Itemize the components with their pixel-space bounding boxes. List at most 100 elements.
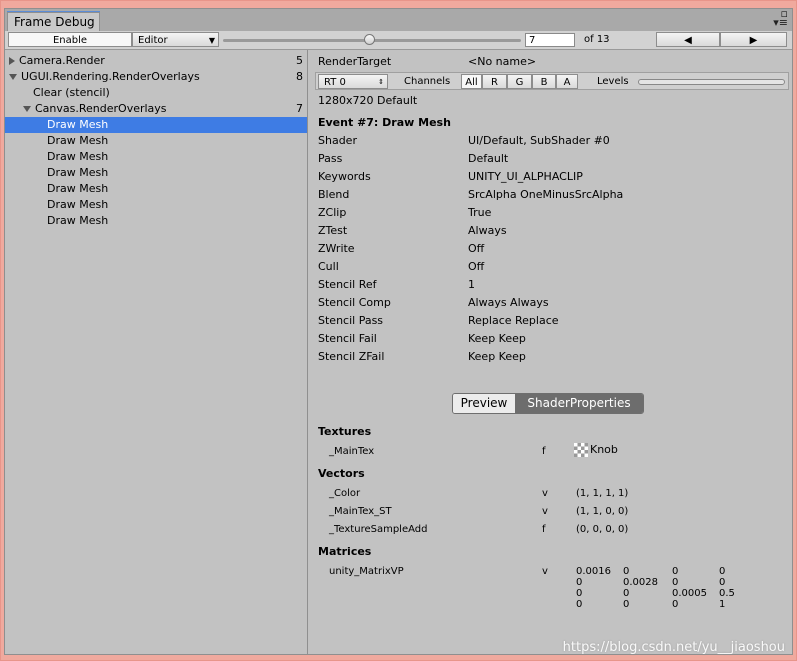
expand-arrow-down-icon[interactable] (23, 106, 31, 112)
property-value: UNITY_UI_ALPHACLIP (468, 170, 583, 183)
tree-item-count: 5 (296, 54, 303, 67)
tree-item-count: 8 (296, 70, 303, 83)
toolbar: Enable Editor ▼ 7 of 13 ◀ ▶ (5, 31, 792, 50)
matrix-name: unity_MatrixVP (329, 566, 404, 577)
editor-dropdown[interactable]: Editor ▼ (132, 32, 219, 47)
property-key: ZClip (318, 206, 347, 219)
texture-name: _MainTex (329, 446, 375, 457)
property-key: Blend (318, 188, 350, 201)
property-value: Off (468, 260, 485, 273)
tree-item[interactable]: Clear (stencil) (5, 85, 307, 101)
property-key: Pass (318, 152, 343, 165)
tree-item[interactable]: Draw Mesh (5, 197, 307, 213)
tree-item-label: Draw Mesh (47, 214, 109, 227)
vector-value: (1, 1, 1, 1) (576, 488, 629, 499)
property-key: Keywords (318, 170, 371, 183)
property-key: Stencil ZFail (318, 350, 385, 363)
tree-item-content: Draw Mesh (47, 197, 108, 213)
tree-item-label: UGUI.Rendering.RenderOverlays (21, 70, 200, 83)
channel-all-toggle[interactable]: All (461, 74, 482, 89)
tree-item-count: 7 (296, 102, 303, 115)
channels-label: Channels (404, 76, 451, 87)
tab-frame-debug[interactable]: Frame Debug (7, 12, 100, 31)
property-key: ZWrite (318, 242, 355, 255)
matrix-cell: 0.5 (719, 588, 735, 599)
matrix-cell: 0.0005 (672, 588, 707, 599)
detail-view-toggle: Preview ShaderProperties (452, 393, 644, 414)
vector-name: _MainTex_ST (329, 506, 392, 517)
frame-number-input[interactable]: 7 (525, 33, 575, 47)
tree-item-label: Draw Mesh (47, 166, 109, 179)
enable-button[interactable]: Enable (8, 32, 132, 47)
tree-item[interactable]: Draw Mesh (5, 117, 307, 133)
channel-r-toggle[interactable]: R (482, 74, 507, 89)
event-title: Event #7: Draw Mesh (318, 116, 451, 129)
tree-item-content: UGUI.Rendering.RenderOverlays (9, 69, 200, 85)
textures-heading: Textures (318, 425, 372, 438)
property-key: Stencil Pass (318, 314, 384, 327)
matrix-cell: 1 (719, 599, 726, 610)
tree-item-content: Draw Mesh (47, 133, 108, 149)
tree-item[interactable]: Camera.Render 5 (5, 53, 307, 69)
dropdown-arrow-icon: ▼ (208, 36, 215, 45)
tree-item-content: Draw Mesh (47, 165, 108, 181)
event-tree-panel: Camera.Render 5 UGUI.Rendering.RenderOverl… (5, 50, 308, 654)
matrix-stage: v (542, 566, 548, 577)
matrix-cell: 0 (623, 566, 630, 577)
vector-stage: v (542, 488, 548, 499)
tab-preview[interactable]: Preview (453, 394, 515, 413)
tree-item-content: Draw Mesh (47, 117, 108, 133)
rt-select-dropdown[interactable]: RT 0 ⇕ (318, 74, 388, 89)
tree-item[interactable]: UGUI.Rendering.RenderOverlays 8 (5, 69, 307, 85)
matrix-cell: 0 (672, 566, 679, 577)
property-value: SrcAlpha OneMinusSrcAlpha (468, 188, 624, 201)
vector-name: _TextureSampleAdd (329, 524, 428, 535)
frame-slider-thumb[interactable] (364, 34, 376, 45)
property-value: Keep Keep (468, 332, 526, 345)
tab-strip: Frame Debug ▫ ▾≡ (5, 8, 792, 32)
property-key: Stencil Comp (318, 296, 391, 309)
tree-item-content: Draw Mesh (47, 213, 108, 229)
property-key: Stencil Ref (318, 278, 377, 291)
tree-item[interactable]: Draw Mesh (5, 181, 307, 197)
matrix-cell: 0 (672, 577, 679, 588)
frame-debugger-window: Frame Debug ▫ ▾≡ Enable Editor ▼ 7 of 13 … (4, 8, 793, 655)
vector-stage: f (542, 524, 546, 535)
texture-value-label: Knob (590, 443, 618, 456)
channel-b-toggle[interactable]: B (532, 74, 556, 89)
next-arrow-icon: ▶ (749, 35, 758, 46)
next-frame-button[interactable]: ▶ (720, 32, 787, 47)
tree-item-content: Camera.Render (9, 53, 105, 69)
expand-arrow-down-icon[interactable] (9, 74, 17, 80)
window-menu-icon[interactable]: ▫ ▾≡ (773, 8, 788, 28)
texture-value[interactable]: Knob (574, 443, 618, 457)
tree-item-label: Draw Mesh (47, 198, 109, 211)
matrix-cell: 0 (576, 599, 583, 610)
tree-item[interactable]: Draw Mesh (5, 133, 307, 149)
previous-frame-button[interactable]: ◀ (656, 32, 720, 47)
tab-shader-properties[interactable]: ShaderProperties (515, 394, 643, 413)
levels-range-slider[interactable] (638, 79, 785, 85)
vector-stage: v (542, 506, 548, 517)
tree-item[interactable]: Draw Mesh (5, 213, 307, 229)
vectors-heading: Vectors (318, 467, 365, 480)
property-value: Replace Replace (468, 314, 559, 327)
channel-g-toggle[interactable]: G (507, 74, 532, 89)
matrix-cell: 0.0028 (623, 577, 658, 588)
tree-item[interactable]: Canvas.RenderOverlays 7 (5, 101, 307, 117)
property-value: 1 (468, 278, 475, 291)
property-key: Shader (318, 134, 357, 147)
render-target-label: RenderTarget (318, 55, 392, 68)
vector-value: (0, 0, 0, 0) (576, 524, 629, 535)
tree-item[interactable]: Draw Mesh (5, 165, 307, 181)
resolution-label: 1280x720 Default (318, 94, 418, 107)
channel-a-toggle[interactable]: A (556, 74, 578, 89)
tree-item[interactable]: Draw Mesh (5, 149, 307, 165)
expand-arrow-right-icon[interactable] (9, 57, 15, 65)
matrix-cell: 0 (576, 588, 583, 599)
property-value: UI/Default, SubShader #0 (468, 134, 610, 147)
property-value: True (468, 206, 492, 219)
vector-name: _Color (329, 488, 361, 499)
matrix-cell: 0 (719, 577, 726, 588)
vector-value: (1, 1, 0, 0) (576, 506, 629, 517)
